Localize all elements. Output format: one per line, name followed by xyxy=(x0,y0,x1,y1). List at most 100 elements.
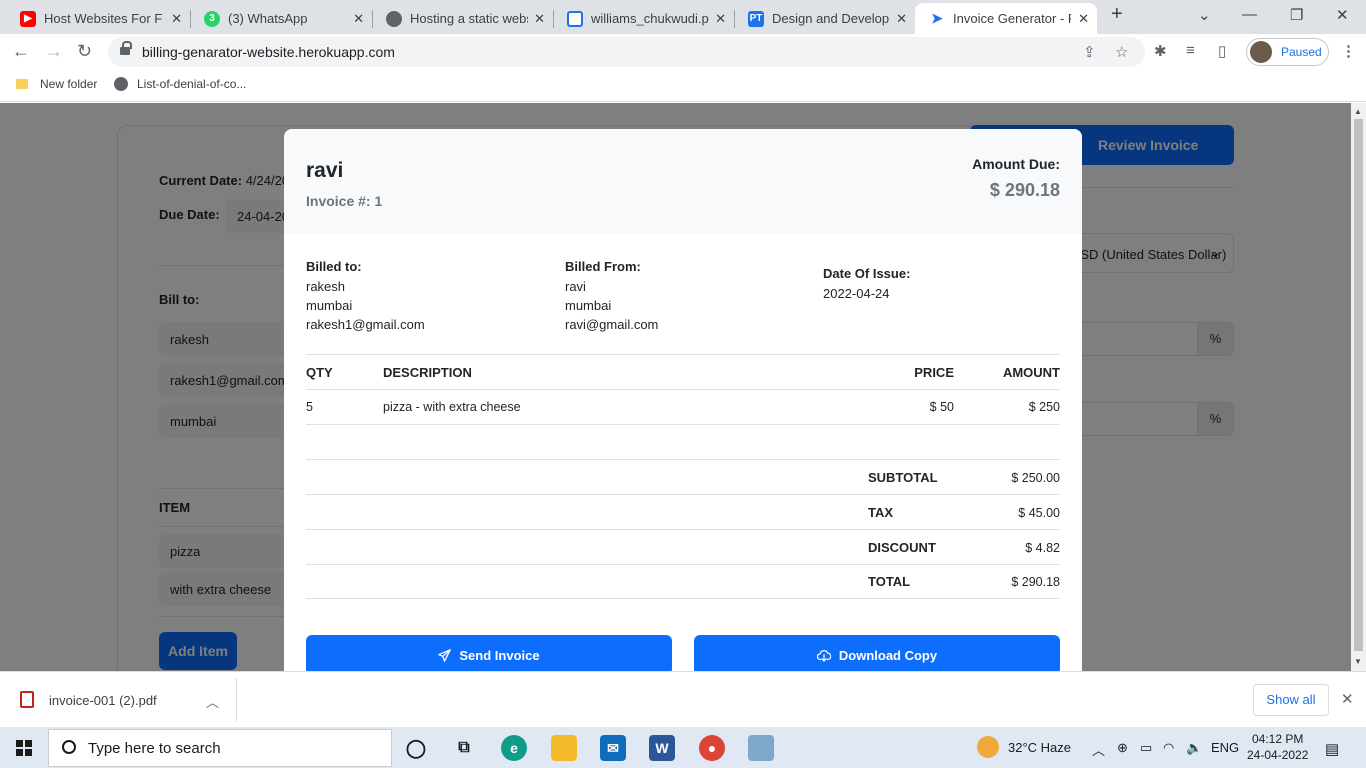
tab-hosting-static[interactable]: Hosting a static website ✕ xyxy=(372,3,553,34)
amount-due-value: $ 290.18 xyxy=(989,180,1060,200)
notepad-icon[interactable] xyxy=(748,735,774,761)
tab-title: Host Websites For Free xyxy=(44,11,162,26)
send-icon: ➤ xyxy=(931,10,943,26)
side-panel-icon[interactable]: ▯ xyxy=(1218,42,1226,60)
media-controls-icon[interactable]: ≡ xyxy=(1186,42,1195,59)
new-tab-icon[interactable]: + xyxy=(1111,3,1123,26)
minimize-icon[interactable]: — xyxy=(1242,6,1257,23)
weather-icon[interactable] xyxy=(977,736,999,758)
divider xyxy=(306,598,1060,599)
scroll-down-icon[interactable]: ▼ xyxy=(1354,657,1362,666)
discount-label: DISCOUNT xyxy=(868,540,936,555)
description-header: DESCRIPTION xyxy=(383,365,472,380)
scroll-up-icon[interactable]: ▲ xyxy=(1354,107,1362,116)
show-all-button[interactable]: Show all xyxy=(1253,684,1329,716)
profile-button[interactable]: Paused xyxy=(1246,38,1329,66)
file-explorer-icon[interactable] xyxy=(551,735,577,761)
edge-icon[interactable]: e xyxy=(501,735,527,761)
close-downloads-icon[interactable]: ✕ xyxy=(1341,690,1354,708)
tray-app-icon[interactable]: ⊕ xyxy=(1117,740,1128,756)
cloud-download-icon xyxy=(816,649,831,662)
task-view-icon[interactable]: ⧉ xyxy=(451,735,477,761)
tab-search-chevron-icon[interactable]: ⌄ xyxy=(1198,6,1211,24)
amount-header: AMOUNT xyxy=(1002,365,1060,380)
tab-design-development[interactable]: PT Design and Development ✕ xyxy=(734,3,915,34)
notifications-icon[interactable]: ▤ xyxy=(1325,740,1339,758)
cortana-icon[interactable]: ◯ xyxy=(403,735,429,761)
tax-value: $ 45.00 xyxy=(1018,506,1060,520)
total-value: $ 290.18 xyxy=(1011,575,1060,589)
chrome-icon[interactable]: ● xyxy=(699,735,725,761)
close-tab-icon[interactable]: ✕ xyxy=(171,11,182,27)
bookmark-label: New folder xyxy=(40,77,98,91)
pdf-file-icon xyxy=(20,691,34,708)
close-tab-icon[interactable]: ✕ xyxy=(534,11,545,27)
reload-icon[interactable]: ↻ xyxy=(77,41,92,62)
tray-chevron-icon[interactable]: ︿ xyxy=(1092,740,1105,759)
tab-host-websites[interactable]: ▶ Host Websites For Free ✕ xyxy=(6,3,190,34)
total-label: TOTAL xyxy=(868,574,911,589)
page-scrollbar[interactable]: ▲ ▼ xyxy=(1351,103,1366,671)
close-tab-icon[interactable]: ✕ xyxy=(715,11,726,27)
divider xyxy=(306,389,1060,390)
lock-icon xyxy=(120,41,132,57)
price-header: PRICE xyxy=(914,365,954,380)
download-copy-label: Download Copy xyxy=(838,647,938,663)
restore-icon[interactable]: ❐ xyxy=(1290,6,1303,24)
windows-taskbar: Type here to search ◯ ⧉ e ✉ W ● 32°C Haz… xyxy=(0,727,1366,768)
row-price: $ 50 xyxy=(929,400,954,414)
back-icon[interactable]: ← xyxy=(12,41,30,62)
tab-title: Hosting a static website xyxy=(410,11,528,26)
window-close-icon[interactable]: ✕ xyxy=(1336,6,1349,24)
bookmark-star-icon[interactable]: ☆ xyxy=(1115,43,1128,61)
battery-icon[interactable]: ▭ xyxy=(1140,740,1152,756)
extensions-icon[interactable]: ✱ xyxy=(1154,42,1167,60)
date-of-issue-label: Date Of Issue: xyxy=(823,266,911,281)
bookmark-list-denial[interactable]: List-of-denial-of-co... xyxy=(114,77,246,91)
send-invoice-label: Send Invoice xyxy=(459,647,540,663)
bookmark-label: List-of-denial-of-co... xyxy=(137,77,247,91)
row-qty: 5 xyxy=(306,400,313,414)
weather-text[interactable]: 32°C Haze xyxy=(1008,740,1071,755)
browser-tab-strip: ▶ Host Websites For Free ✕ 3 (3) WhatsAp… xyxy=(0,0,1366,34)
mail-icon[interactable]: ✉ xyxy=(600,735,626,761)
windows-start-icon[interactable] xyxy=(16,740,32,756)
subtotal-label: SUBTOTAL xyxy=(868,470,938,485)
bookmark-new-folder[interactable]: New folder xyxy=(16,77,97,91)
menu-kebab-icon[interactable]: ⋮ xyxy=(1341,42,1356,60)
word-icon[interactable]: W xyxy=(649,735,675,761)
amount-due-label: Amount Due: xyxy=(972,156,1060,172)
share-icon[interactable]: ⇪ xyxy=(1083,43,1096,61)
billed-from-block: Billed From: ravi mumbai ravi@gmail.com xyxy=(565,257,658,334)
whatsapp-icon: 3 xyxy=(204,10,220,27)
tab-invoice-generator[interactable]: ➤ Invoice Generator - React App ✕ xyxy=(915,3,1097,34)
pt-icon: PT xyxy=(748,10,764,27)
invoice-number: Invoice #: 1 xyxy=(306,193,383,209)
close-tab-icon[interactable]: ✕ xyxy=(896,11,907,27)
taskbar-search-box[interactable]: Type here to search xyxy=(48,729,392,767)
folder-icon xyxy=(16,79,28,89)
address-bar[interactable]: billing-genarator-website.herokuapp.com … xyxy=(108,37,1145,67)
forward-icon[interactable]: → xyxy=(45,41,63,62)
row-amount: $ 250 xyxy=(1028,400,1060,414)
volume-icon[interactable]: 🔈 xyxy=(1186,740,1202,756)
scrollbar-thumb[interactable] xyxy=(1354,119,1363,651)
download-copy-button[interactable]: Download Copy xyxy=(694,635,1060,671)
wifi-icon[interactable]: ◠ xyxy=(1163,740,1174,756)
billed-from-label: Billed From: xyxy=(565,259,641,274)
chevron-up-icon[interactable]: ︿ xyxy=(206,692,219,711)
discount-value: $ 4.82 xyxy=(1025,541,1060,555)
divider xyxy=(306,529,1060,530)
tab-whatsapp[interactable]: 3 (3) WhatsApp ✕ xyxy=(190,3,372,34)
clock[interactable]: 04:12 PM 24-04-2022 xyxy=(1247,731,1308,763)
close-tab-icon[interactable]: ✕ xyxy=(353,11,364,27)
divider xyxy=(306,564,1060,565)
divider xyxy=(306,494,1060,495)
billed-from-name: ravi xyxy=(565,279,586,294)
globe-icon xyxy=(386,10,402,27)
language-indicator[interactable]: ENG xyxy=(1211,740,1239,755)
close-tab-icon[interactable]: ✕ xyxy=(1078,11,1089,27)
tab-williams-pdf[interactable]: williams_chukwudi.pdf ✕ xyxy=(553,3,734,34)
download-file-name[interactable]: invoice-001 (2).pdf xyxy=(49,693,157,708)
send-invoice-button[interactable]: Send Invoice xyxy=(306,635,672,671)
